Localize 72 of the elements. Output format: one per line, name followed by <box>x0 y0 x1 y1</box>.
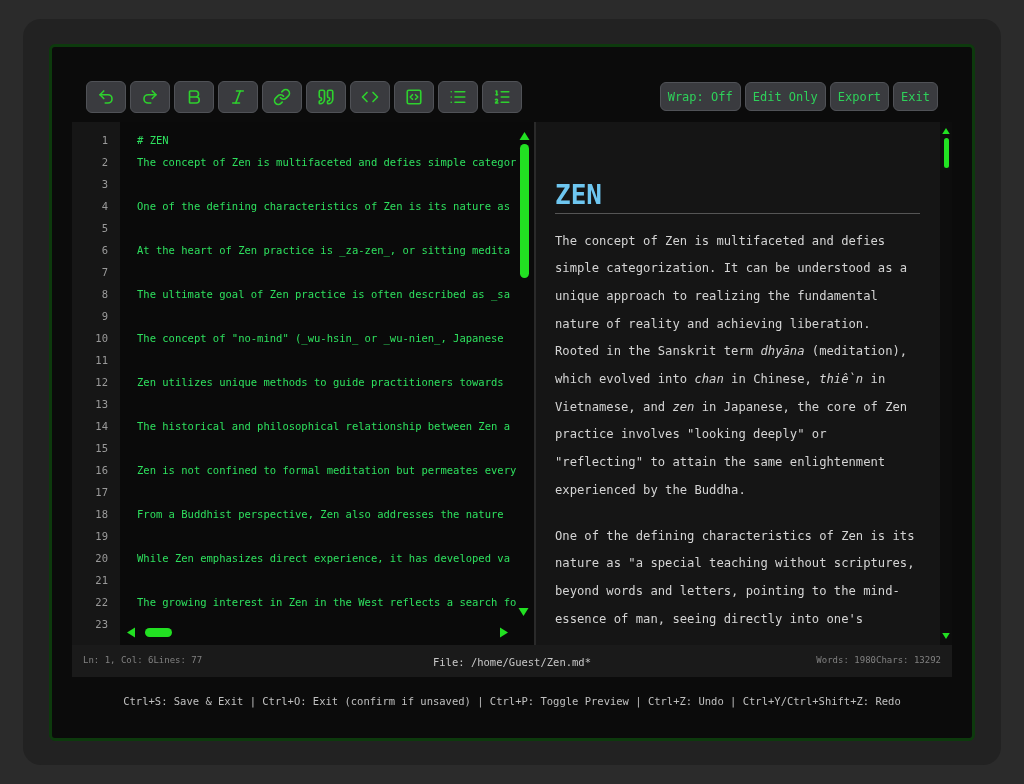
redo-button[interactable] <box>130 80 170 113</box>
numbered-list-button[interactable] <box>482 80 522 113</box>
line-number: 15 <box>95 440 108 456</box>
toolbar-button[interactable]: Wrap: Off <box>659 82 741 111</box>
code-line: The concept of "no-mind" (_wu-hsin_ or _wu-nien_, Japanese <box>137 330 504 347</box>
scrollbar-thumb[interactable] <box>145 627 172 637</box>
code-line: # ZEN <box>137 132 169 148</box>
line-number: 12 <box>95 374 108 390</box>
toolbar-button[interactable]: Exit <box>893 82 938 111</box>
redo-icon <box>141 87 159 106</box>
code-line: One of the defining characteristics of Zen is its nature as <box>137 198 510 214</box>
toolbar-button[interactable]: Export <box>829 82 890 111</box>
line-number: 20 <box>95 550 108 566</box>
line-number: 8 <box>101 286 108 302</box>
line-number: 13 <box>95 396 108 412</box>
code-line: The historical and philosophical relationship between Zen a <box>137 418 510 434</box>
code-block-button[interactable] <box>394 80 434 113</box>
code-line: Zen is not confined to formal meditation but permeates every <box>137 462 517 478</box>
code-button[interactable] <box>350 80 390 113</box>
line-number: 21 <box>95 572 108 588</box>
code-block-icon <box>405 87 423 106</box>
line-number: 17 <box>95 484 108 500</box>
link-button[interactable] <box>262 80 302 113</box>
line-number: 19 <box>95 528 108 544</box>
code-line: While Zen emphasizes direct experience, it has developed va <box>137 550 510 566</box>
link-icon <box>273 87 291 106</box>
code-line: At the heart of Zen practice is _za-zen_, or sitting medita <box>137 242 510 259</box>
line-number: 10 <box>95 330 108 346</box>
undo-icon <box>97 87 115 106</box>
line-number: 7 <box>101 264 108 280</box>
line-number: 18 <box>95 506 108 522</box>
scroll-up-arrow-icon[interactable] <box>519 131 530 140</box>
preview-paragraph: The concept of Zen is multifaceted and defies simple categorization. It can be understood as a unique approach to realizing the fundamental nature of reality and achieving liberation. Rooted in the Sanskrit term dhyāna (meditation), which evolved into chan in Chinese, thiền in Vietnamese, and zen in Japanese, the core of Zen practice involves "looking deeply" or "reflecting" to attain the same enlightenment experienced by the Buddha. <box>555 232 909 499</box>
file-path: File: /home/Guest/Zen.md* <box>432 654 591 670</box>
bullet-list-button[interactable] <box>438 80 478 113</box>
line-number: 9 <box>101 308 108 324</box>
line-number: 5 <box>101 220 108 236</box>
toolbar-button[interactable]: Edit Only <box>744 82 826 111</box>
scroll-right-arrow-icon[interactable] <box>500 626 508 638</box>
undo-button[interactable] <box>86 80 126 113</box>
scroll-down-arrow-icon[interactable] <box>942 632 950 639</box>
scroll-down-arrow-icon[interactable] <box>518 607 529 616</box>
code-line: The concept of Zen is multifaceted and defies simple categor <box>137 154 517 170</box>
line-number: 14 <box>95 418 108 434</box>
line-number: 2 <box>101 154 108 170</box>
italic-button[interactable] <box>218 80 258 113</box>
code-line: From a Buddhist perspective, Zen also addresses the nature <box>137 506 504 522</box>
bold-button[interactable] <box>174 80 214 113</box>
preview-heading: ZEN <box>555 178 920 214</box>
line-number: 4 <box>101 198 108 214</box>
scrollbar-thumb[interactable] <box>520 143 529 278</box>
line-number: 11 <box>95 352 108 368</box>
line-number: 3 <box>101 176 108 192</box>
scroll-left-arrow-icon[interactable] <box>127 626 135 638</box>
line-number: 22 <box>95 594 108 610</box>
code-line: Zen utilizes unique methods to guide practitioners towards <box>137 374 504 390</box>
line-number: 23 <box>95 616 108 632</box>
italic-icon <box>229 87 247 106</box>
quote-icon <box>317 87 335 106</box>
line-number: 16 <box>95 462 108 478</box>
numbered-list-icon <box>493 87 511 106</box>
code-line: The growing interest in Zen in the West reflects a search fo <box>137 594 517 610</box>
code-line: The ultimate goal of Zen practice is often described as _sa <box>137 286 510 303</box>
scrollbar-thumb[interactable] <box>943 137 949 168</box>
quote-button[interactable] <box>306 80 346 113</box>
preview-paragraph: One of the defining characteristics of Zen is its nature as "a special teaching without scriptures, beyond words and letters, pointing to the mind-essence of man, seeing directly into one's <box>555 527 916 628</box>
shortcut-hints: Ctrl+S: Save & Exit | Ctrl+O: Exit (confirm if unsaved) | Ctrl+P: Toggle Preview | Ctrl+Z: Undo | Ctrl+Y/Ctrl+Shift+Z: Redo <box>123 693 901 710</box>
cursor-position: Ln: 1, Col: 6Lines: 77 <box>83 653 204 667</box>
line-number: 6 <box>101 242 108 258</box>
scroll-up-arrow-icon[interactable] <box>942 127 950 134</box>
word-count: Words: 1980Chars: 13292 <box>815 653 941 667</box>
line-number: 1 <box>101 132 108 148</box>
